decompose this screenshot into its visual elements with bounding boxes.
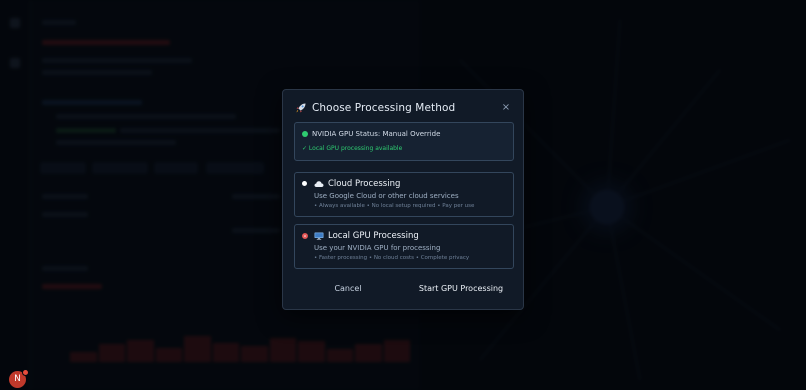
gpu-status-line: NVIDIA GPU Status: Manual Override (302, 130, 440, 138)
cloud-option-description: Use Google Cloud or other cloud services (314, 192, 459, 200)
cloud-option-label: Cloud Processing (328, 179, 401, 189)
status-indicator-icon (302, 131, 308, 137)
notification-dot-icon (22, 369, 29, 376)
close-icon[interactable]: × (499, 100, 513, 116)
dialog-header: Choose Processing Method × (295, 100, 513, 116)
cloud-option-features: • Always available • No local setup requ… (314, 203, 475, 209)
local-gpu-option-features: • Faster processing • No cloud costs • C… (314, 255, 470, 261)
cloud-option-title: Cloud Processing (314, 179, 400, 189)
monitor-icon (314, 232, 324, 240)
rocket-icon (296, 103, 306, 113)
cancel-button[interactable]: Cancel (308, 282, 388, 296)
gpu-status-label: NVIDIA GPU Status: Manual Override (312, 130, 441, 138)
cloud-radio-button[interactable] (302, 181, 307, 186)
gpu-availability-text: ✓ Local GPU processing available (302, 145, 403, 152)
local-gpu-radio-button[interactable] (302, 233, 308, 239)
option-local-gpu-processing[interactable]: Local GPU Processing Use your NVIDIA GPU… (294, 224, 514, 269)
processing-method-dialog: Choose Processing Method × NVIDIA GPU St… (282, 89, 524, 310)
gpu-status-box: NVIDIA GPU Status: Manual Override ✓ Loc… (294, 122, 514, 161)
cloud-icon (314, 181, 324, 187)
local-gpu-option-title: Local GPU Processing (314, 231, 419, 241)
start-gpu-processing-button[interactable]: Start GPU Processing (411, 282, 511, 296)
dialog-title: Choose Processing Method (312, 102, 456, 114)
option-cloud-processing[interactable]: Cloud Processing Use Google Cloud or oth… (294, 172, 514, 217)
local-gpu-option-description: Use your NVIDIA GPU for processing (314, 244, 441, 252)
local-gpu-option-label: Local GPU Processing (328, 231, 419, 241)
